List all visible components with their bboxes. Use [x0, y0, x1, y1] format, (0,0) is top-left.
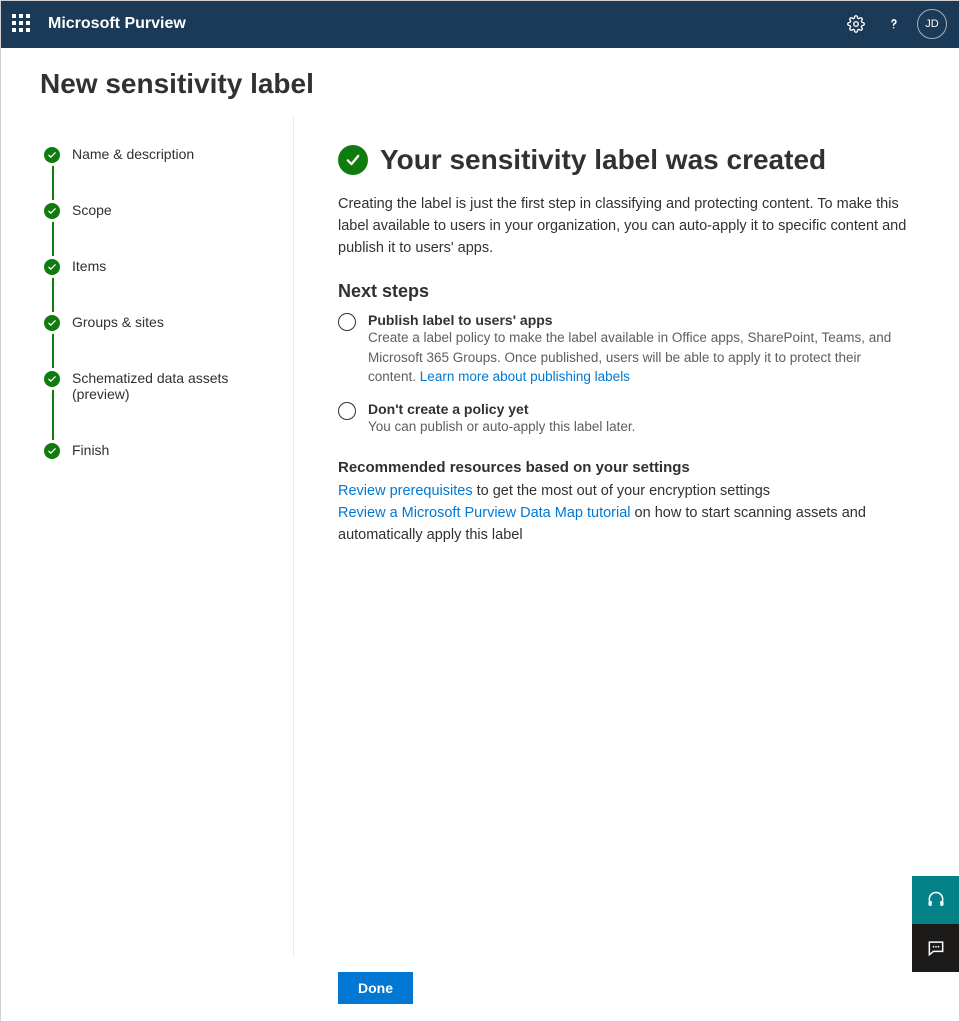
recommended-line-1: Review prerequisites to get the most out…: [338, 480, 916, 502]
option-no-policy[interactable]: Don't create a policy yet You can publis…: [338, 401, 916, 437]
step-label: Scope: [72, 202, 112, 218]
radio-icon[interactable]: [338, 402, 356, 420]
support-fab[interactable]: [912, 876, 960, 924]
step-groups-sites[interactable]: Groups & sites: [44, 314, 273, 370]
recommended-heading: Recommended resources based on your sett…: [338, 459, 916, 476]
side-fab-group: [912, 876, 960, 972]
check-icon: [44, 147, 60, 163]
step-schematized-assets[interactable]: Schematized data assets (preview): [44, 370, 273, 442]
option-description: You can publish or auto-apply this label…: [368, 417, 635, 437]
review-prerequisites-link[interactable]: Review prerequisites: [338, 483, 473, 499]
chat-icon: [926, 938, 946, 958]
intro-text: Creating the label is just the first ste…: [338, 194, 916, 259]
success-title: Your sensitivity label was created: [380, 144, 826, 176]
settings-button[interactable]: [840, 8, 872, 40]
check-icon: [44, 203, 60, 219]
recommended-line-2: Review a Microsoft Purview Data Map tuto…: [338, 502, 916, 547]
done-button[interactable]: Done: [338, 972, 413, 1004]
data-map-tutorial-link[interactable]: Review a Microsoft Purview Data Map tuto…: [338, 505, 631, 521]
step-label: Finish: [72, 442, 109, 458]
wizard-sidebar: Name & description Scope Items Groups & …: [0, 116, 294, 958]
option-title: Don't create a policy yet: [368, 401, 635, 417]
check-icon: [44, 371, 60, 387]
step-name-description[interactable]: Name & description: [44, 146, 273, 202]
feedback-fab[interactable]: [912, 924, 960, 972]
learn-more-publishing-link[interactable]: Learn more about publishing labels: [420, 369, 630, 384]
app-launcher-icon[interactable]: [12, 14, 32, 34]
check-icon: [44, 259, 60, 275]
main-content: Your sensitivity label was created Creat…: [294, 116, 960, 958]
top-bar: Microsoft Purview JD: [0, 0, 960, 48]
success-check-icon: [338, 145, 368, 175]
step-scope[interactable]: Scope: [44, 202, 273, 258]
help-icon: [885, 15, 903, 33]
gear-icon: [847, 15, 865, 33]
check-icon: [44, 315, 60, 331]
brand-title: Microsoft Purview: [48, 15, 834, 33]
headset-icon: [926, 890, 946, 910]
step-label: Name & description: [72, 146, 194, 162]
avatar: JD: [917, 9, 947, 39]
step-label: Schematized data assets (preview): [72, 370, 228, 402]
account-button[interactable]: JD: [916, 8, 948, 40]
footer-bar: Done: [0, 958, 960, 1018]
step-label: Items: [72, 258, 106, 274]
step-items[interactable]: Items: [44, 258, 273, 314]
radio-icon[interactable]: [338, 313, 356, 331]
next-steps-heading: Next steps: [338, 281, 916, 302]
page-title-bar: New sensitivity label: [0, 48, 960, 116]
option-description: Create a label policy to make the label …: [368, 328, 908, 387]
step-label: Groups & sites: [72, 314, 164, 330]
option-title: Publish label to users' apps: [368, 312, 908, 328]
step-finish[interactable]: Finish: [44, 442, 273, 458]
help-button[interactable]: [878, 8, 910, 40]
page-title: New sensitivity label: [40, 68, 920, 100]
check-icon: [44, 443, 60, 459]
option-publish-label[interactable]: Publish label to users' apps Create a la…: [338, 312, 916, 387]
